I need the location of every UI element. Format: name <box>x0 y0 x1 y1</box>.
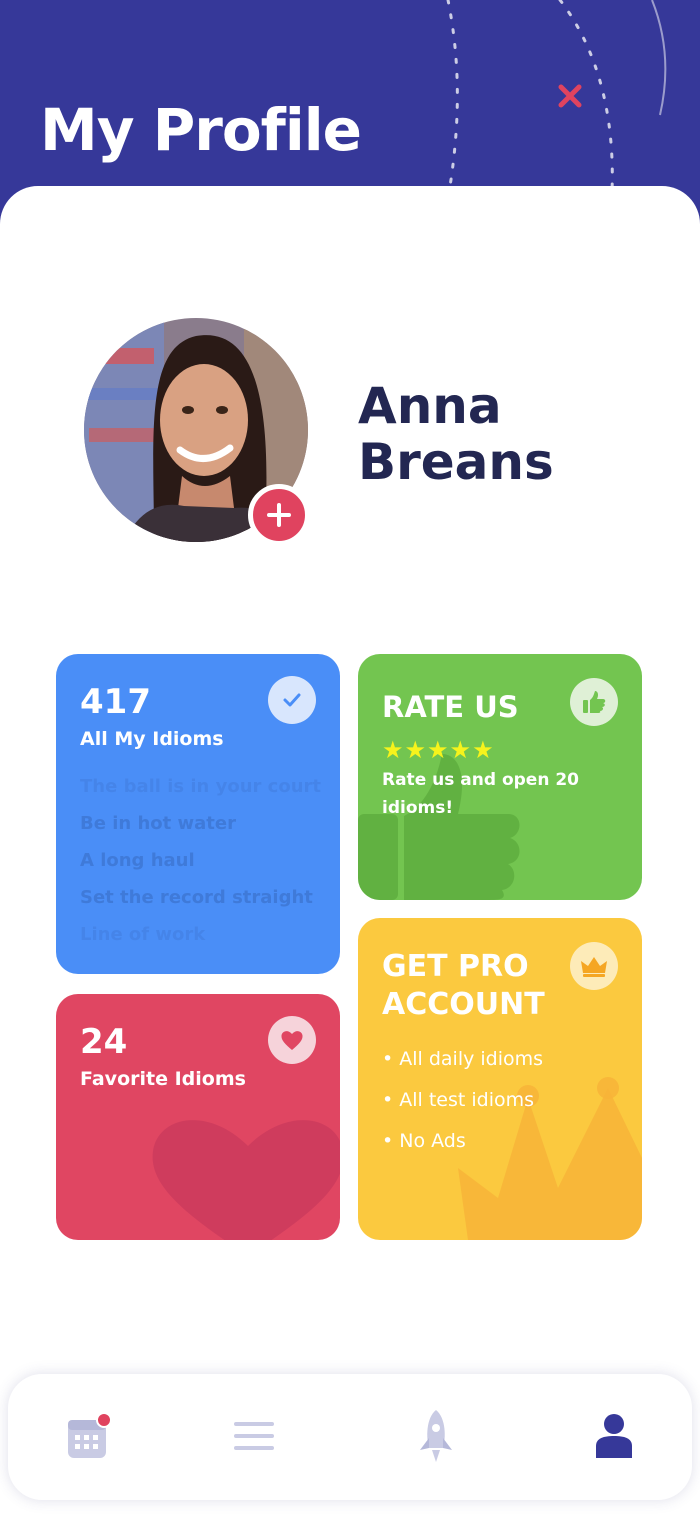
nav-rocket[interactable] <box>404 1404 468 1468</box>
favorites-count: 24 <box>80 1022 128 1062</box>
calendar-icon <box>68 1412 110 1458</box>
profile-icon <box>596 1414 632 1458</box>
menu-icon <box>234 1422 274 1450</box>
idiom-item: A long haul <box>80 850 195 871</box>
idioms-count: 417 <box>80 682 151 722</box>
user-name: Anna Breans <box>358 378 618 490</box>
notification-dot <box>96 1412 110 1428</box>
idiom-item: Set the record straight <box>80 887 313 908</box>
check-icon <box>283 693 301 707</box>
pro-feature-item: • No Ads <box>382 1130 466 1152</box>
rocket-icon <box>420 1410 452 1462</box>
plus-icon <box>267 503 291 527</box>
nav-profile[interactable] <box>582 1404 646 1468</box>
check-badge <box>268 676 316 724</box>
add-photo-button[interactable] <box>248 484 310 546</box>
pro-title-line1: GET PRO <box>382 949 529 984</box>
close-icon <box>558 84 582 108</box>
heart-badge <box>268 1016 316 1064</box>
crown-badge <box>570 942 618 990</box>
all-idioms-card[interactable]: 417 All My Idioms The ball is in your co… <box>56 654 340 974</box>
idiom-item: Line of work <box>80 924 206 945</box>
rate-us-text: Rate us and open 20 idioms! <box>382 770 579 818</box>
nav-calendar[interactable] <box>56 1404 120 1468</box>
bottom-nav <box>8 1374 692 1500</box>
pro-title-line2: ACCOUNT <box>382 987 545 1022</box>
idiom-item: Be in hot water <box>80 813 236 834</box>
close-button[interactable] <box>552 78 588 114</box>
favorite-idioms-card[interactable]: 24 Favorite Idioms <box>56 994 340 1240</box>
thumbs-badge <box>570 678 618 726</box>
pro-feature-item: • All daily idioms <box>382 1048 544 1070</box>
rate-us-card[interactable]: RATE US ★★★★★ Rate us and open 20 idioms… <box>358 654 642 900</box>
nav-menu[interactable] <box>222 1404 286 1468</box>
heart-watermark-icon <box>152 1120 340 1240</box>
user-first-name: Anna <box>358 377 502 435</box>
page-title: My Profile <box>40 96 362 164</box>
user-last-name: Breans <box>358 433 554 491</box>
pro-feature-item: • All test idioms <box>382 1089 535 1111</box>
idioms-label: All My Idioms <box>80 728 224 750</box>
pro-account-card[interactable]: GET PRO ACCOUNT • All daily idioms • All… <box>358 918 642 1240</box>
pro-title: GET PRO ACCOUNT <box>382 948 545 1024</box>
thumbs-up-icon <box>583 691 606 713</box>
heart-icon <box>281 1031 303 1050</box>
rate-us-title: RATE US <box>382 690 519 724</box>
crown-icon <box>581 957 607 977</box>
idiom-item: The ball is in your court <box>80 776 321 797</box>
rating-stars: ★★★★★ <box>382 736 495 764</box>
favorites-label: Favorite Idioms <box>80 1068 246 1090</box>
